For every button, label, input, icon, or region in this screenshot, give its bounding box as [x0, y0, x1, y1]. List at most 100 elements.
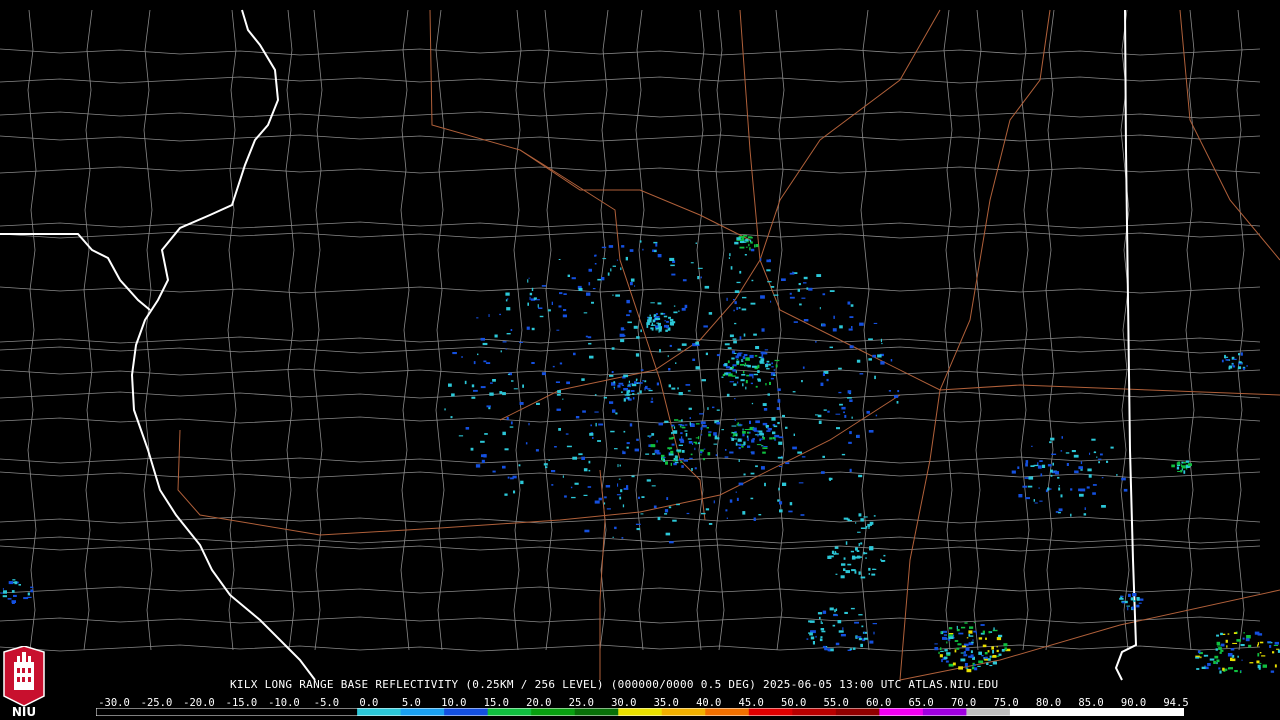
echo-pixel [703, 458, 705, 461]
echo-pixel [13, 594, 17, 597]
echo-pixel [755, 420, 760, 424]
echo-pixel [700, 434, 703, 436]
echo-pixel [766, 430, 771, 432]
echo-pixel [1065, 452, 1070, 454]
echo-pixel [500, 350, 502, 353]
echo-pixel [594, 394, 597, 396]
echo-pixel [653, 241, 658, 244]
echo-pixel [681, 465, 684, 468]
echo-pixel [1050, 469, 1053, 473]
county-line [1235, 9, 1245, 651]
echo-pixel [849, 316, 854, 318]
echo-pixel [1257, 664, 1261, 669]
echo-pixel [536, 299, 540, 301]
echo-pixel [687, 438, 692, 440]
echo-pixel [826, 378, 829, 382]
echo-pixel [594, 411, 599, 413]
scale-swatch [574, 708, 619, 716]
echo-pixel [1196, 668, 1200, 670]
echo-pixel [642, 248, 644, 251]
echo-pixel [655, 313, 658, 315]
echo-pixel [983, 657, 987, 659]
echo-pixel [961, 645, 967, 648]
echo-pixel [731, 437, 734, 441]
echo-pixel [676, 449, 682, 452]
echo-pixel [559, 362, 563, 365]
echo-pixel [829, 346, 833, 349]
echo-pixel [716, 409, 720, 411]
echo-pixel [970, 650, 973, 654]
echo-pixel [823, 409, 827, 411]
echo-pixel [522, 384, 524, 388]
echo-pixel [663, 458, 665, 462]
echo-pixel [562, 475, 564, 478]
echo-pixel [841, 453, 846, 456]
echo-pixel [855, 547, 858, 551]
echo-pixel [859, 373, 864, 375]
echo-pixel [628, 383, 632, 385]
echo-pixel [672, 459, 676, 462]
echo-pixel [658, 422, 663, 426]
echo-pixel [1083, 513, 1087, 516]
echo-pixel [739, 246, 745, 249]
echo-pixel [597, 278, 602, 281]
echo-pixel [703, 448, 706, 450]
echo-pixel [1070, 488, 1073, 491]
county-line [1045, 9, 1055, 651]
county-line [435, 9, 445, 651]
highway [429, 9, 706, 521]
echo-pixel [1123, 488, 1128, 492]
echo-pixel [984, 652, 988, 655]
scale-swatch [139, 708, 184, 716]
echo-pixel [863, 516, 868, 518]
echo-pixel [806, 287, 809, 290]
echo-pixel [883, 554, 886, 557]
echo-pixel [622, 504, 625, 508]
echo-pixel [890, 359, 893, 362]
echo-pixel [863, 551, 865, 555]
echo-pixel [592, 436, 594, 439]
echo-pixel [871, 573, 876, 576]
echo-pixel [621, 335, 626, 337]
echo-pixel [601, 277, 605, 281]
echo-pixel [797, 288, 800, 292]
echo-pixel [1057, 476, 1060, 479]
echo-pixel [727, 347, 732, 349]
echo-pixel [755, 244, 759, 248]
echo-pixel [821, 323, 826, 327]
echo-pixel [766, 269, 771, 272]
echo-pixel [667, 325, 669, 327]
echo-pixel [840, 575, 845, 579]
echo-pixel [764, 482, 766, 487]
echo-pixel [609, 401, 614, 404]
echo-pixel [880, 338, 882, 343]
county-line [943, 9, 953, 651]
echo-pixel [820, 636, 823, 638]
echo-pixel [657, 517, 661, 521]
echo-pixel [690, 262, 694, 264]
echo-pixel [739, 336, 742, 340]
echo-pixel [543, 463, 548, 466]
echo-pixel [527, 302, 529, 306]
echo-pixel [760, 358, 765, 362]
county-line [0, 231, 1261, 239]
echo-pixel [1242, 637, 1245, 640]
echo-pixel [762, 437, 765, 440]
echo-pixel [653, 505, 657, 509]
echo-pixel [1243, 632, 1245, 634]
echo-pixel [872, 623, 877, 625]
echo-pixel [1267, 641, 1272, 643]
echo-pixel [1188, 463, 1192, 467]
echo-pixel [751, 365, 757, 368]
echo-pixel [739, 270, 742, 274]
echo-pixel [1224, 354, 1226, 359]
echo-pixel [725, 449, 727, 451]
echo-pixel [630, 390, 635, 392]
echo-pixel [732, 435, 735, 437]
echo-pixel [803, 276, 808, 280]
echo-pixel [480, 386, 486, 389]
echo-pixel [669, 257, 675, 261]
echo-pixel [644, 387, 646, 391]
echo-pixel [627, 396, 630, 400]
county-line [695, 9, 705, 651]
